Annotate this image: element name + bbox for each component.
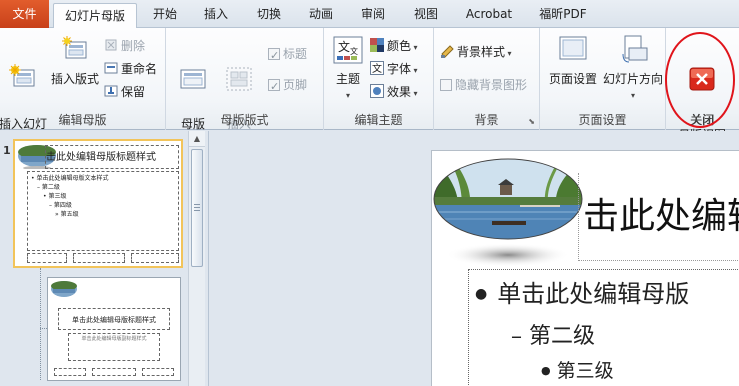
- tab-review[interactable]: 审阅: [350, 0, 396, 28]
- tab-animations[interactable]: 动画: [298, 0, 344, 28]
- effects-icon: [370, 84, 384, 98]
- page-setup-button[interactable]: 页面设置: [544, 34, 602, 87]
- scrollbar-thumb[interactable]: [191, 149, 203, 267]
- slide-body-level1: ● 单击此处编辑母版: [475, 280, 690, 308]
- checkbox-icon: [268, 77, 280, 97]
- layout-number-placeholder: [142, 368, 174, 376]
- group-label-background: 背景: [474, 113, 499, 127]
- group-label-edit-master: 编辑母版: [58, 113, 107, 127]
- tab-foxit-pdf[interactable]: 福昕PDF: [530, 0, 596, 28]
- insert-placeholder-icon: [216, 49, 262, 100]
- tab-transitions[interactable]: 切换: [246, 0, 292, 28]
- group-label-master-layout: 母版版式: [220, 113, 269, 127]
- hide-background-checkbox[interactable]: 隐藏背景图形: [440, 75, 527, 95]
- layout-date-placeholder: [54, 368, 86, 376]
- themes-button[interactable]: 文 文 主题 ▾: [328, 34, 368, 103]
- layout-thumbnail[interactable]: 单击此处编辑母版标题样式 单击此处编辑母版副标题样式: [47, 277, 181, 381]
- group-page-setup: 页面设置 幻灯片方向 ▾ 页面设置: [540, 28, 666, 130]
- delete-icon: [104, 38, 118, 52]
- tab-slide-master[interactable]: 幻灯片母版: [53, 3, 137, 29]
- master-layout-icon: [172, 49, 214, 100]
- tab-insert[interactable]: 插入: [193, 0, 239, 28]
- pushpin-icon: [104, 84, 118, 98]
- page-setup-icon: [544, 34, 602, 70]
- insert-layout-button[interactable]: 插入版式: [50, 34, 100, 87]
- thumbnail-scrollbar[interactable]: ▲: [188, 131, 205, 386]
- thumbnail-tree-line: [40, 268, 41, 380]
- slide-orientation-button[interactable]: 幻灯片方向 ▾: [602, 34, 664, 103]
- effects-button[interactable]: 效果 ▾: [370, 82, 418, 102]
- slide-number: 1: [3, 144, 11, 157]
- insert-layout-icon: [50, 34, 100, 70]
- svg-text:文: 文: [350, 46, 358, 56]
- lake-photo-image[interactable]: [432, 157, 584, 277]
- tab-home[interactable]: 开始: [142, 0, 188, 28]
- thumb-body-level3: • 第三级: [43, 193, 67, 200]
- thumb-title-placeholder: 击此处编辑母版标题样式: [45, 145, 179, 169]
- fonts-icon: 文: [370, 61, 384, 75]
- thumb-body-level2: – 第二级: [37, 184, 60, 191]
- svg-text:文: 文: [338, 39, 350, 54]
- thumb-footer-placeholder: [73, 253, 125, 263]
- thumb-body-level4: – 第四级: [49, 202, 72, 209]
- lake-photo-icon: [51, 281, 77, 297]
- group-background: 背景样式 ▾ 隐藏背景图形 背景 ⬊: [434, 28, 540, 130]
- thumb-body-level5: » 第五级: [55, 211, 79, 218]
- ribbon-tab-bar: 文件 幻灯片母版 开始 插入 切换 动画 审阅 视图 Acrobat 福昕PDF: [0, 0, 739, 29]
- themes-icon: 文 文: [328, 34, 368, 70]
- tab-acrobat[interactable]: Acrobat: [458, 0, 520, 28]
- dialog-launcher-icon[interactable]: ⬊: [528, 117, 535, 126]
- thumb-body-level1: • 单击此处编辑母版文本样式: [31, 175, 109, 182]
- group-master-layout: 母版 版式 插入 占位符 ▾ 标题 页脚 母版版式: [166, 28, 324, 146]
- title-checkbox[interactable]: 标题: [268, 44, 307, 66]
- thumbnail-tree-branch: [40, 328, 47, 329]
- scroll-up-icon[interactable]: ▲: [189, 131, 205, 147]
- rename-icon: [104, 61, 118, 75]
- preserve-button[interactable]: 保留: [104, 82, 145, 102]
- layout-subtitle-placeholder: 单击此处编辑母版副标题样式: [68, 333, 160, 361]
- tab-view[interactable]: 视图: [403, 0, 449, 28]
- slide-body-level3: ● 第三级: [541, 360, 614, 382]
- slide-canvas[interactable]: 击此处编辑 ●单击此处编辑母版 – 第二级 ●第三级: [431, 150, 739, 386]
- thumb-number-placeholder: [131, 253, 179, 263]
- slide-title-text: 击此处编辑: [583, 196, 739, 237]
- slide-body-level2: – 第二级: [511, 324, 596, 349]
- group-label-page-setup: 页面设置: [578, 113, 627, 127]
- background-styles-button[interactable]: 背景样式 ▾: [440, 42, 512, 62]
- colors-button[interactable]: 颜色 ▾: [370, 36, 418, 56]
- tab-file[interactable]: 文件: [0, 0, 49, 28]
- footer-checkbox[interactable]: 页脚: [268, 75, 307, 97]
- checkbox-icon: [440, 79, 452, 91]
- rename-button[interactable]: 重命名: [104, 59, 157, 79]
- thumb-date-placeholder: [27, 253, 67, 263]
- colors-icon: [370, 38, 384, 52]
- ribbon: 插入幻灯 片母版 插入版式 删除 重命名: [0, 28, 739, 146]
- fonts-button[interactable]: 文 字体 ▾: [370, 59, 418, 79]
- svg-text:文: 文: [372, 62, 382, 75]
- thumb-body-placeholder: • 单击此处编辑母版文本样式 – 第二级 • 第三级 – 第四级 » 第五级: [27, 171, 179, 251]
- slide-orientation-icon: [602, 34, 664, 70]
- annotation-circle: [665, 32, 735, 128]
- background-styles-icon: [440, 44, 454, 58]
- group-edit-master: 插入幻灯 片母版 插入版式 删除 重命名: [0, 28, 166, 146]
- checkbox-icon: [268, 46, 280, 66]
- delete-button[interactable]: 删除: [104, 36, 145, 56]
- layout-footer-placeholder: [92, 368, 136, 376]
- slide-title-placeholder[interactable]: 击此处编辑: [578, 173, 739, 261]
- layout-title-placeholder: 单击此处编辑母版标题样式: [58, 308, 170, 330]
- insert-slide-master-icon: [0, 49, 48, 100]
- group-edit-theme: 文 文 主题 ▾ 颜色 ▾ 文 字体 ▾ 效果 ▾ 编辑主题: [324, 28, 434, 130]
- group-label-edit-theme: 编辑主题: [354, 113, 403, 127]
- slide-master-thumbnail[interactable]: 击此处编辑母版标题样式 • 单击此处编辑母版文本样式 – 第二级 • 第三级 –…: [13, 139, 183, 268]
- slide-body-placeholder[interactable]: ● 单击此处编辑母版 – 第二级 ● 第三级: [468, 269, 739, 386]
